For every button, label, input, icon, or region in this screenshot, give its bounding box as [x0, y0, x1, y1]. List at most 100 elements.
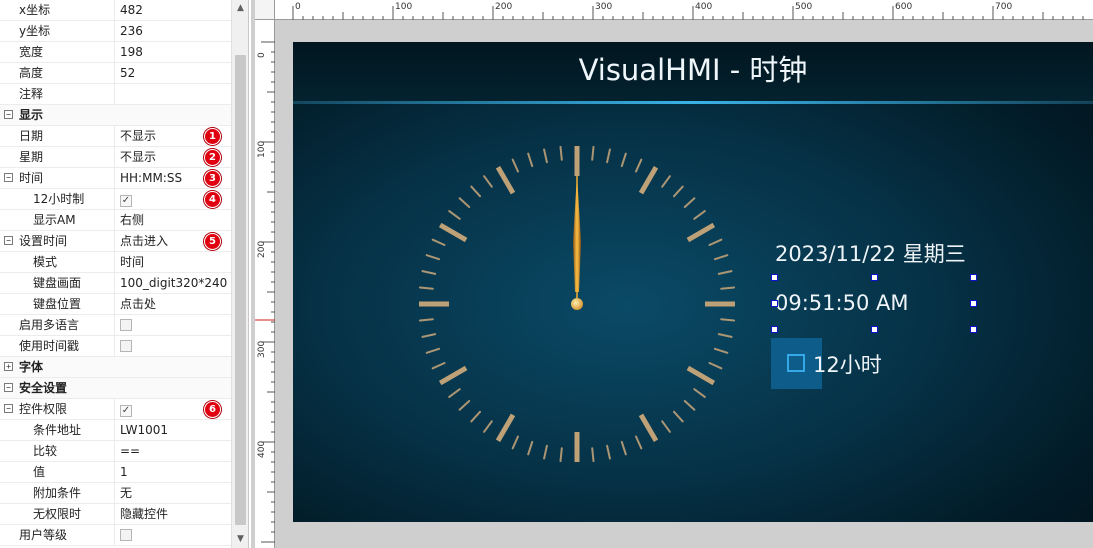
property-group[interactable]: − 显示 — [0, 105, 231, 126]
property-value[interactable] — [116, 315, 231, 335]
property-name: 比较 — [0, 441, 115, 461]
property-value[interactable] — [116, 525, 231, 545]
property-row[interactable]: − 设置时间 点击进入 5 — [0, 231, 231, 252]
selection-handle[interactable] — [771, 300, 778, 307]
minute-tick — [527, 440, 534, 456]
property-value[interactable]: 1 — [116, 462, 231, 482]
property-value[interactable]: 52 — [116, 63, 231, 83]
ruler-label: 500 — [795, 2, 813, 12]
property-value[interactable]: 隐藏控件 — [116, 504, 231, 524]
hour-tick — [686, 222, 716, 243]
hour-format-checkbox[interactable] — [787, 354, 805, 372]
property-value[interactable]: 时间 — [116, 252, 231, 272]
property-value[interactable]: 点击处 — [116, 294, 231, 314]
property-name: 用户等级 — [0, 525, 115, 545]
property-name: 显示 — [19, 108, 44, 122]
property-value[interactable]: == — [116, 441, 231, 461]
property-row[interactable]: 使用时间戳 — [0, 336, 231, 357]
property-row[interactable]: x坐标 482 — [0, 0, 231, 21]
selection-handle[interactable] — [771, 326, 778, 333]
selection-handle[interactable] — [771, 274, 778, 281]
selection-handle[interactable] — [970, 300, 977, 307]
property-name: 注释 — [0, 84, 115, 104]
property-row[interactable]: 启用多语言 — [0, 315, 231, 336]
minute-tick — [418, 318, 434, 322]
minute-tick — [635, 435, 643, 450]
property-row[interactable]: 无权限时 隐藏控件 — [0, 504, 231, 525]
property-checkbox[interactable] — [120, 340, 132, 352]
property-row[interactable]: 注释 — [0, 84, 231, 105]
property-name: 时间 — [0, 168, 115, 188]
property-name: 显示AM — [0, 210, 115, 230]
ruler-label: 0 — [257, 52, 267, 58]
property-group[interactable]: + 字体 — [0, 357, 231, 378]
minute-tick — [511, 435, 519, 450]
property-scrollbar[interactable]: ▲ ▼ — [231, 0, 248, 548]
property-name: 模式 — [0, 252, 115, 272]
property-row[interactable]: 附加条件无 — [0, 483, 231, 504]
scroll-down-icon[interactable]: ▼ — [232, 531, 248, 548]
property-row[interactable]: 键盘位置 点击处 — [0, 294, 231, 315]
ruler-label: 0 — [295, 2, 301, 12]
hour-tick — [438, 222, 468, 243]
property-value[interactable] — [116, 336, 231, 356]
property-value[interactable] — [116, 84, 231, 104]
minute-tick — [591, 447, 595, 463]
property-row[interactable]: y坐标 236 — [0, 21, 231, 42]
property-row[interactable]: − 控件权限 ✓ 6 — [0, 399, 231, 420]
minute-tick — [527, 152, 534, 168]
ruler-label: 300 — [257, 340, 267, 358]
property-checkbox[interactable]: ✓ — [120, 405, 132, 417]
property-row[interactable]: 键盘画面 100_digit320*240 — [0, 273, 231, 294]
property-row[interactable]: 高度 52 — [0, 63, 231, 84]
property-value[interactable]: 482 — [116, 0, 231, 20]
property-row[interactable]: 用户等级 — [0, 525, 231, 546]
ruler-label: 400 — [695, 2, 713, 12]
hmi-screen[interactable]: VisualHMI - 时钟 2023/11/22 星期三 09:51:50 A… — [293, 42, 1093, 522]
property-checkbox[interactable] — [120, 529, 132, 541]
property-value[interactable]: 无 — [116, 483, 231, 503]
property-row[interactable]: 比较 == — [0, 441, 231, 462]
property-row[interactable]: 日期 不显示 1 — [0, 126, 231, 147]
analog-clock[interactable] — [293, 42, 1093, 522]
scroll-up-icon[interactable]: ▲ — [232, 0, 248, 17]
property-name: 日期 — [0, 126, 115, 146]
property-name: 星期 — [0, 147, 115, 167]
time-display[interactable]: 09:51:50 AM — [775, 291, 908, 315]
property-row[interactable]: 条件地址 LW1001 — [0, 420, 231, 441]
ruler-label: 200 — [257, 240, 267, 258]
clock-center-cap — [571, 298, 583, 310]
property-value[interactable]: 236 — [116, 21, 231, 41]
property-name: 宽度 — [0, 42, 115, 62]
selection-handle[interactable] — [871, 326, 878, 333]
minute-tick — [559, 447, 563, 463]
property-row[interactable]: − 时间 HH:MM:SS 3 — [0, 168, 231, 189]
property-value[interactable]: 198 — [116, 42, 231, 62]
date-display[interactable]: 2023/11/22 星期三 — [775, 238, 966, 268]
selection-handle[interactable] — [871, 274, 878, 281]
property-checkbox[interactable]: ✓ — [120, 195, 132, 207]
selection-handle[interactable] — [970, 326, 977, 333]
property-group[interactable]: − 安全设置 — [0, 378, 231, 399]
property-value[interactable]: 100_digit320*240 — [116, 273, 231, 293]
minute-tick — [713, 254, 729, 261]
callout-badge: 1 — [204, 128, 221, 145]
property-checkbox[interactable] — [120, 319, 132, 331]
scroll-thumb[interactable] — [235, 55, 246, 525]
property-name: 12小时制 — [0, 189, 115, 209]
minute-tick — [448, 388, 461, 398]
property-row[interactable]: 模式 时间 — [0, 252, 231, 273]
design-canvas[interactable]: 0 100 200 300 400 500 600 700 0 100 200 300 400 Vis… — [251, 0, 1093, 548]
property-value[interactable]: LW1001 — [116, 420, 231, 440]
property-row[interactable]: 星期 不显示 2 — [0, 147, 231, 168]
hour-tick — [438, 365, 468, 386]
property-name: 设置时间 — [0, 231, 115, 251]
property-row[interactable]: 显示AM 右侧 — [0, 210, 231, 231]
hour-format-label: 12小时 — [813, 353, 882, 377]
property-value[interactable]: 右侧 — [116, 210, 231, 230]
property-row[interactable]: 值1 — [0, 462, 231, 483]
selection-handle[interactable] — [970, 274, 977, 281]
property-row[interactable]: 宽度 198 — [0, 42, 231, 63]
minute-tick — [591, 145, 595, 161]
property-row[interactable]: 12小时制 ✓ 4 — [0, 189, 231, 210]
